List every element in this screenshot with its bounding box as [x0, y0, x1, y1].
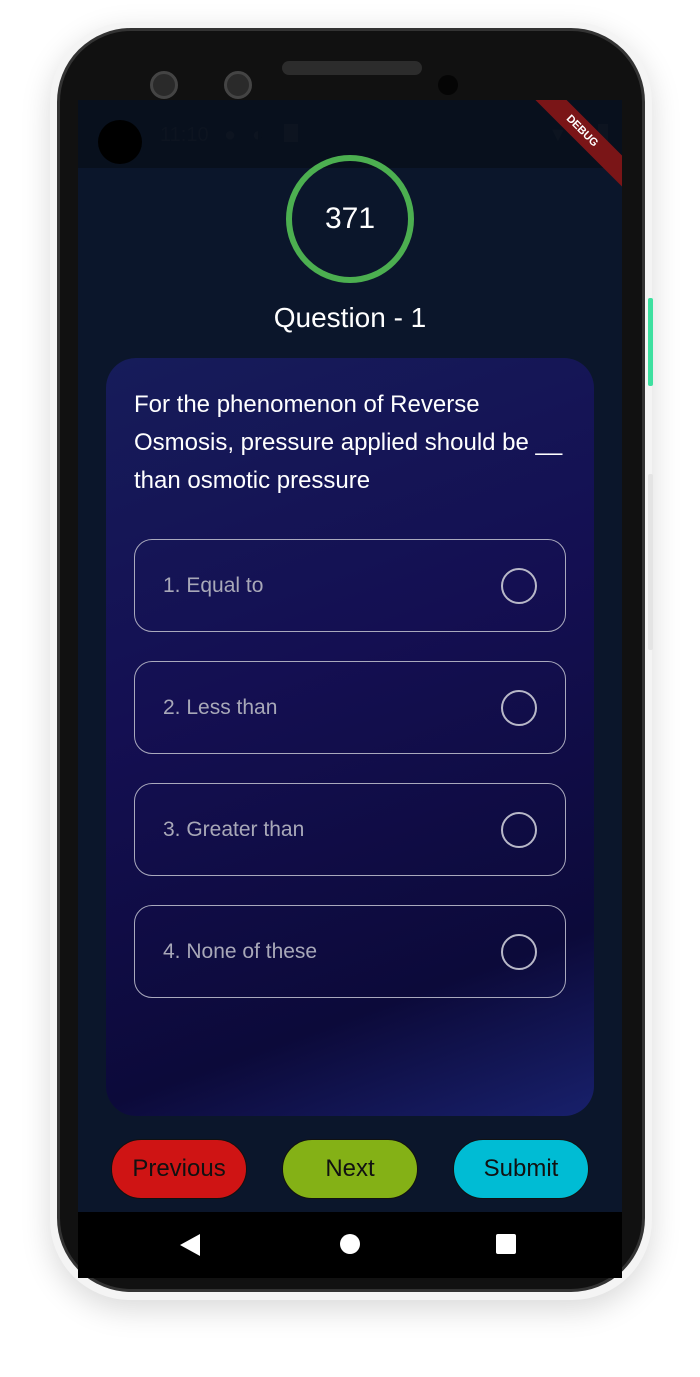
question-card: For the phenomenon of Reverse Osmosis, p… [106, 358, 594, 1116]
location-icon: ● [224, 124, 237, 146]
timer-value: 371 [324, 202, 376, 235]
back-icon[interactable] [180, 1234, 200, 1256]
recents-icon[interactable] [496, 1234, 516, 1254]
option-label: 2. Less than [163, 695, 278, 719]
power-button [648, 298, 653, 386]
question-text: For the phenomenon of Reverse Osmosis, p… [134, 391, 563, 494]
option-3[interactable]: 3. Greater than [134, 783, 566, 876]
next-button[interactable]: Next [282, 1139, 418, 1199]
radio-button[interactable] [501, 933, 537, 970]
proximity-sensor [438, 75, 458, 95]
data-saver-icon: ◐ [252, 124, 265, 146]
option-2[interactable]: 2. Less than [134, 661, 566, 754]
speaker-grille [282, 61, 422, 75]
sd-card-icon [284, 124, 298, 142]
debug-banner: DEBUG [524, 100, 622, 189]
option-1[interactable]: 1. Equal to [134, 539, 566, 632]
countdown-timer: 371 [286, 155, 414, 283]
camera-cutout [98, 120, 142, 164]
sensor-icon [224, 71, 252, 99]
radio-button[interactable] [501, 567, 537, 604]
question-title: Question - 1 [273, 302, 427, 333]
previous-button[interactable]: Previous [111, 1139, 247, 1199]
option-label: 1. Equal to [163, 573, 264, 597]
radio-button[interactable] [501, 689, 537, 726]
option-label: 4. None of these [163, 939, 318, 963]
submit-button[interactable]: Submit [453, 1139, 589, 1199]
front-camera-icon [150, 71, 178, 99]
home-icon[interactable] [340, 1234, 360, 1254]
volume-button [648, 474, 653, 650]
screen: 11:10 ● ◐ ▼ DEBUG 371 Question - 1 For t… [78, 100, 622, 1278]
option-label: 3. Greater than [163, 817, 305, 841]
status-time: 11:10 [160, 124, 209, 146]
radio-button[interactable] [501, 811, 537, 848]
option-4[interactable]: 4. None of these [134, 905, 566, 998]
android-nav-bar [78, 1212, 622, 1278]
